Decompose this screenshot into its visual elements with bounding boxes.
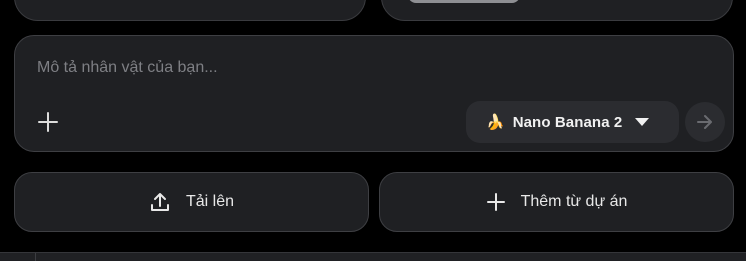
card-thumbnail [408, 0, 520, 3]
caret-down-icon [635, 118, 649, 126]
previous-card-left[interactable] [14, 0, 366, 21]
banana-icon: 🍌 [486, 112, 505, 131]
plus-icon [38, 112, 58, 132]
upload-button[interactable]: Tải lên [14, 172, 369, 232]
add-from-project-label: Thêm từ dự án [520, 193, 628, 210]
add-attachment-button[interactable] [35, 109, 61, 135]
send-button[interactable] [685, 102, 725, 142]
upload-button-label: Tải lên [185, 193, 235, 210]
prompt-composer: 🍌 Nano Banana 2 [14, 35, 734, 152]
model-selector-label: Nano Banana 2 [512, 113, 623, 131]
upload-icon [149, 191, 171, 213]
model-selector[interactable]: 🍌 Nano Banana 2 [466, 101, 679, 143]
bottom-bar [0, 252, 746, 261]
bottom-tab[interactable] [0, 253, 36, 261]
add-from-project-button[interactable]: Thêm từ dự án [379, 172, 734, 232]
plus-icon [486, 192, 506, 212]
previous-card-right[interactable] [381, 0, 733, 21]
arrow-right-icon [697, 115, 712, 129]
character-description-input[interactable] [37, 57, 637, 79]
